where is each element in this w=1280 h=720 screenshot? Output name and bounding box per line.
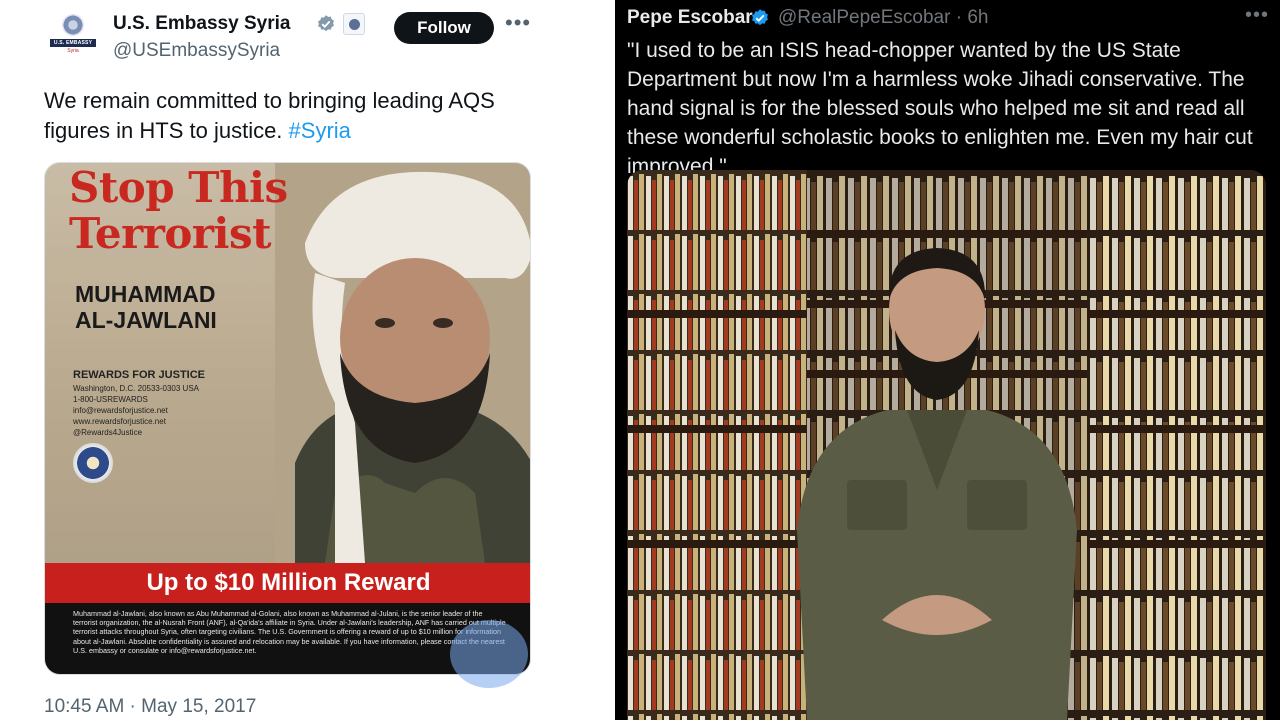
avatar-sublabel: Syria bbox=[67, 48, 79, 54]
rfj-website: www.rewardsforjustice.net bbox=[73, 417, 166, 426]
rfj-address: Washington, D.C. 20533-0303 USA bbox=[73, 384, 199, 393]
rfj-phone: 1-800-USREWARDS bbox=[73, 395, 148, 404]
tweet-text: We remain committed to bringing leading … bbox=[44, 86, 524, 146]
more-options-icon[interactable]: ••• bbox=[1245, 4, 1269, 27]
reward-banner: Up to $10 Million Reward bbox=[45, 563, 530, 603]
poster-title-line2: Terrorist bbox=[69, 209, 272, 258]
author-name[interactable]: U.S. Embassy Syria bbox=[113, 13, 290, 35]
government-badge-icon bbox=[343, 13, 365, 35]
poster-name: MUHAMMAD AL-JAWLANI bbox=[75, 281, 217, 333]
embassy-seal-icon bbox=[62, 14, 84, 36]
poster-name-line1: MUHAMMAD bbox=[75, 281, 216, 307]
portrait-image bbox=[275, 163, 530, 563]
hashtag-link[interactable]: #Syria bbox=[289, 118, 351, 143]
avatar-label: U.S. EMBASSY bbox=[50, 39, 96, 47]
touch-indicator-icon bbox=[450, 620, 528, 688]
state-department-seal-icon bbox=[73, 443, 113, 483]
poster-name-line2: AL-JAWLANI bbox=[75, 307, 217, 333]
video-image[interactable] bbox=[627, 170, 1266, 720]
rewards-contact-block: REWARDS FOR JUSTICE Washington, D.C. 205… bbox=[73, 369, 273, 438]
author-name[interactable]: Pepe Escobar bbox=[627, 7, 753, 29]
tweet-text: "I used to be an ISIS head-chopper wante… bbox=[627, 39, 1253, 178]
poster-title: Stop This Terrorist bbox=[69, 165, 288, 257]
speaker-image bbox=[797, 248, 1077, 720]
wanted-poster-image[interactable]: Stop This Terrorist MUHAMMAD AL-JAWLANI … bbox=[44, 162, 531, 675]
tweet-body: We remain committed to bringing leading … bbox=[44, 88, 495, 143]
avatar[interactable]: U.S. EMBASSY Syria bbox=[44, 12, 100, 56]
tweet-timestamp[interactable]: 10:45 AM · May 15, 2017 bbox=[44, 696, 256, 718]
more-options-icon[interactable]: ••• bbox=[505, 10, 531, 36]
author-handle[interactable]: @USEmbassySyria bbox=[113, 40, 280, 62]
left-tweet: U.S. EMBASSY Syria U.S. Embassy Syria @U… bbox=[0, 0, 613, 720]
verified-gray-icon bbox=[318, 15, 334, 32]
verified-blue-icon bbox=[752, 9, 768, 26]
rfj-twitter: @Rewards4Justice bbox=[73, 428, 143, 437]
right-tweet: Pepe Escobar @RealPepeEscobar · 6h ••• "… bbox=[615, 0, 1280, 720]
rfj-email: info@rewardsforjustice.net bbox=[73, 406, 168, 415]
follow-button[interactable]: Follow bbox=[394, 12, 494, 44]
author-handle-time[interactable]: @RealPepeEscobar · 6h bbox=[778, 7, 988, 29]
poster-title-line1: Stop This bbox=[69, 163, 288, 212]
rfj-org: REWARDS FOR JUSTICE bbox=[73, 369, 206, 381]
